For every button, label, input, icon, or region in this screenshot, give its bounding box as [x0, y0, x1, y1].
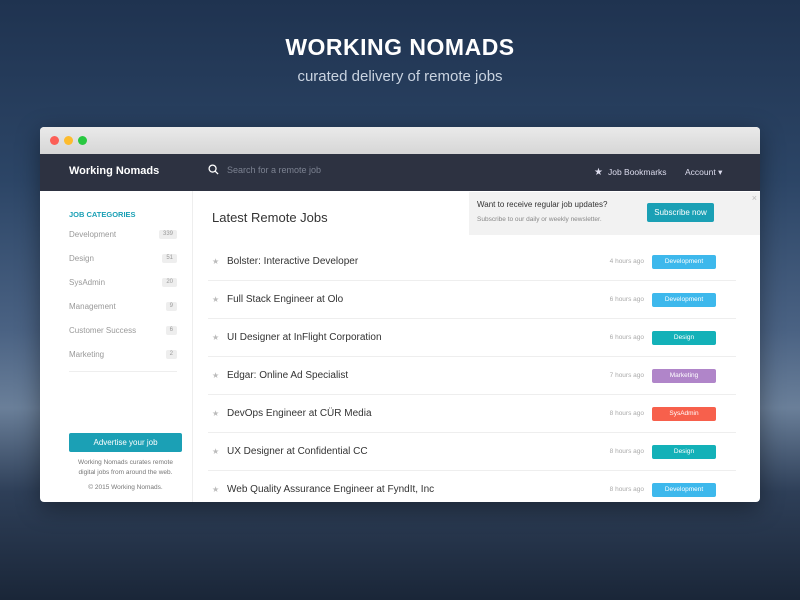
hero-subtitle: curated delivery of remote jobs: [297, 68, 503, 85]
job-time: 8 hours ago: [609, 486, 644, 493]
close-icon[interactable]: ×: [752, 193, 757, 203]
navbar: Working Nomads ★ Job Bookmarks Account ▾: [40, 154, 760, 191]
star-icon[interactable]: ★: [212, 409, 227, 418]
category-count: 20: [162, 278, 177, 287]
newsletter-banner: Want to receive regular job updates? Sub…: [469, 192, 760, 235]
advertise-button[interactable]: Advertise your job: [69, 433, 182, 452]
sidebar-category[interactable]: Design 51: [69, 254, 177, 263]
page-title: Latest Remote Jobs: [212, 210, 328, 225]
sidebar-category[interactable]: Customer Success 6: [69, 326, 177, 335]
category-count: 51: [162, 254, 177, 263]
category-tag[interactable]: Development: [652, 254, 716, 269]
star-icon[interactable]: ★: [212, 257, 227, 266]
maximize-window-button[interactable]: [78, 136, 87, 145]
category-count: 2: [165, 350, 177, 359]
search-bar: [208, 164, 427, 175]
category-count: 339: [158, 230, 177, 239]
search-icon: [208, 164, 219, 175]
category-tag[interactable]: Development: [652, 292, 716, 307]
job-time: 8 hours ago: [609, 410, 644, 417]
star-icon[interactable]: ★: [212, 485, 227, 494]
minimize-window-button[interactable]: [64, 136, 73, 145]
bookmarks-label: Job Bookmarks: [607, 167, 667, 177]
job-time: 4 hours ago: [609, 258, 644, 265]
job-title[interactable]: Edgar: Online Ad Specialist: [227, 370, 610, 381]
category-label: Design: [69, 254, 94, 263]
window-titlebar: [40, 127, 760, 154]
close-window-button[interactable]: [50, 136, 59, 145]
sidebar-category[interactable]: Marketing 2: [69, 350, 177, 359]
job-row[interactable]: ★ Web Quality Assurance Engineer at FyndI…: [208, 471, 736, 502]
sidebar-category[interactable]: Management 9: [69, 302, 177, 311]
categories-heading: JOB CATEGORIES: [69, 210, 136, 219]
promo-title: Want to receive regular job updates?: [477, 200, 608, 209]
job-row[interactable]: ★ UI Designer at InFlight Corporation 6 ho…: [208, 319, 736, 357]
sidebar-category[interactable]: SysAdmin 20: [69, 278, 177, 287]
category-tag[interactable]: Development: [652, 482, 716, 497]
sidebar: JOB CATEGORIES Development 339 Design 51 Sys…: [40, 191, 193, 502]
subscribe-button[interactable]: Subscribe now: [647, 203, 714, 222]
job-title[interactable]: Full Stack Engineer at Olo: [227, 294, 610, 305]
category-tag[interactable]: Marketing: [652, 368, 716, 383]
brand-logo[interactable]: Working Nomads: [69, 165, 159, 177]
job-time: 7 hours ago: [609, 372, 644, 379]
star-icon[interactable]: ★: [212, 295, 227, 304]
job-row[interactable]: ★ UX Designer at Confidential CC 8 hours a…: [208, 433, 736, 471]
category-tag[interactable]: SysAdmin: [652, 406, 716, 421]
category-label: Development: [69, 230, 117, 239]
job-title[interactable]: UX Designer at Confidential CC: [227, 446, 610, 457]
star-icon[interactable]: ★: [212, 371, 227, 380]
job-time: 6 hours ago: [609, 296, 644, 303]
job-row[interactable]: ★ DevOps Engineer at CÜR Media 8 hours ago…: [208, 395, 736, 433]
category-count: 6: [165, 326, 177, 335]
job-title[interactable]: UI Designer at InFlight Corporation: [227, 332, 610, 343]
browser-window: Working Nomads ★Job Bookmarks Account ▾ …: [40, 127, 760, 502]
search-input[interactable]: [227, 164, 427, 175]
promo-subtitle: Subscribe to our daily or weekly newslet…: [477, 216, 602, 223]
category-tag[interactable]: Design: [652, 330, 716, 345]
category-label: Management: [69, 302, 116, 311]
job-title[interactable]: Bolster: Interactive Developer: [227, 256, 610, 267]
star-icon: ★: [594, 167, 603, 178]
job-time: 8 hours ago: [609, 448, 644, 455]
job-time: 6 hours ago: [609, 334, 644, 341]
category-label: Customer Success: [69, 326, 137, 335]
hero-title: WORKING NOMADS: [285, 34, 515, 60]
sidebar-category[interactable]: Development 339: [69, 230, 177, 239]
category-tag[interactable]: Design: [652, 444, 716, 459]
category-label: SysAdmin: [69, 278, 106, 287]
job-row[interactable]: ★ Edgar: Online Ad Specialist 7 hours ago M…: [208, 357, 736, 395]
job-title[interactable]: Web Quality Assurance Engineer at FyndIt…: [227, 484, 610, 495]
category-count: 9: [165, 302, 177, 311]
star-icon[interactable]: ★: [212, 447, 227, 456]
about-text: Working Nomads curates remote digital jo…: [78, 459, 173, 476]
job-title[interactable]: DevOps Engineer at CÜR Media: [227, 408, 610, 419]
copyright: © 2015 Working Nomads.: [88, 484, 163, 491]
account-menu[interactable]: Account ▾: [685, 167, 722, 178]
job-row[interactable]: ★ Full Stack Engineer at Olo 6 hours ago De…: [208, 281, 736, 319]
job-bookmarks-link[interactable]: ★ Job Bookmarks: [594, 167, 667, 178]
job-row[interactable]: ★ Bolster: Interactive Developer 4 hours a…: [208, 243, 736, 281]
divider: [69, 371, 177, 372]
category-label: Marketing: [69, 350, 105, 359]
star-icon[interactable]: ★: [212, 333, 227, 342]
